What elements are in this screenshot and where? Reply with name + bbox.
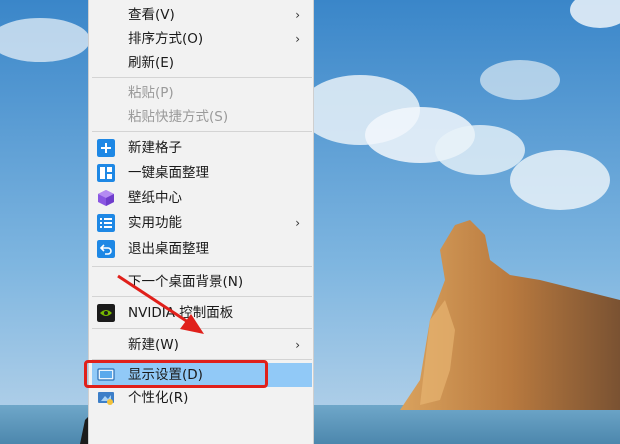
- display-settings-highlight-box: [84, 360, 268, 388]
- menu-item-utilities[interactable]: 实用功能 ›: [92, 211, 312, 235]
- menu-separator: [92, 296, 312, 297]
- menu-item-new-grid[interactable]: 新建格子: [92, 136, 312, 160]
- menu-item-nvidia-control-panel[interactable]: NVIDIA 控制面板: [92, 301, 312, 325]
- layout-icon: [97, 164, 115, 182]
- personalize-icon: [98, 392, 114, 405]
- plus-icon: [97, 139, 115, 157]
- menu-item-paste[interactable]: 粘贴(P): [92, 81, 312, 105]
- menu-item-paste-shortcut[interactable]: 粘贴快捷方式(S): [92, 105, 312, 129]
- menu-separator: [92, 77, 312, 78]
- menu-item-view[interactable]: 查看(V) ›: [92, 3, 312, 27]
- nvidia-icon: [97, 304, 115, 322]
- menu-item-wallpaper-center[interactable]: 壁纸中心: [92, 186, 312, 210]
- chevron-right-icon: ›: [295, 32, 300, 46]
- menu-item-new[interactable]: 新建(W) ›: [92, 333, 312, 357]
- chevron-right-icon: ›: [295, 8, 300, 22]
- menu-item-exit-organize[interactable]: 退出桌面整理: [92, 237, 312, 261]
- menu-item-personalize[interactable]: 个性化(R): [92, 386, 312, 410]
- chevron-right-icon: ›: [295, 216, 300, 230]
- cube-icon: [98, 190, 114, 206]
- menu-item-sort-by[interactable]: 排序方式(O) ›: [92, 27, 312, 51]
- menu-item-one-click-organize[interactable]: 一键桌面整理: [92, 161, 312, 185]
- chevron-right-icon: ›: [295, 338, 300, 352]
- list-icon: [97, 214, 115, 232]
- menu-item-refresh[interactable]: 刷新(E): [92, 51, 312, 75]
- menu-separator: [92, 328, 312, 329]
- menu-separator: [92, 266, 312, 267]
- menu-separator: [92, 131, 312, 132]
- exit-icon: [97, 240, 115, 258]
- menu-item-next-background[interactable]: 下一个桌面背景(N): [92, 270, 312, 294]
